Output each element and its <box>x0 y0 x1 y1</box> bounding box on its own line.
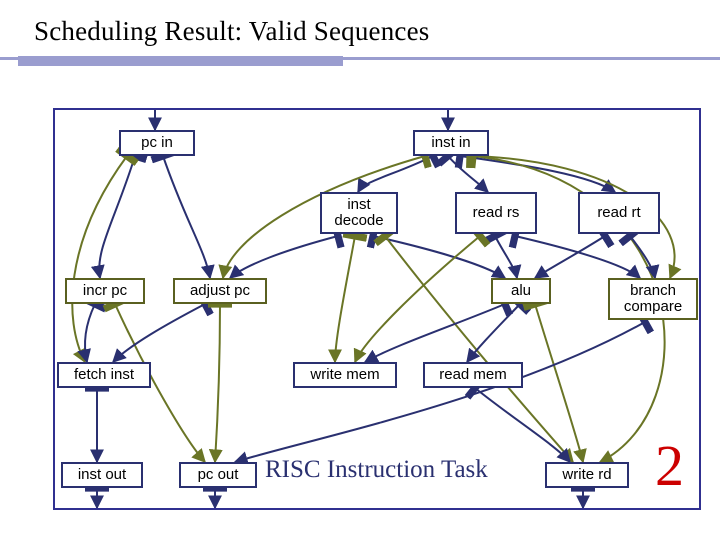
task-graph-diagram: pc in inst in inst decode read rs read r… <box>53 108 701 510</box>
node-adjust-pc: adjust pc <box>173 278 267 304</box>
node-read-rt: read rt <box>578 192 660 234</box>
diagram-caption: RISC Instruction Task <box>265 456 488 484</box>
node-read-mem: read mem <box>423 362 523 388</box>
slide-title: Scheduling Result: Valid Sequences <box>34 16 430 47</box>
title-underline-accent <box>18 56 343 66</box>
node-branch-compare-l1: branch <box>630 283 676 299</box>
slide: Scheduling Result: Valid Sequences <box>0 0 720 540</box>
node-pc-in: pc in <box>119 130 195 156</box>
node-inst-decode-l2: decode <box>334 213 383 229</box>
edge-layer <box>55 110 699 508</box>
node-branch-compare: branch compare <box>608 278 698 320</box>
node-incr-pc: incr pc <box>65 278 145 304</box>
node-write-rd: write rd <box>545 462 629 488</box>
node-read-rs: read rs <box>455 192 537 234</box>
node-branch-compare-l2: compare <box>624 299 682 315</box>
node-inst-in: inst in <box>413 130 489 156</box>
node-write-mem: write mem <box>293 362 397 388</box>
node-inst-decode: inst decode <box>320 192 398 234</box>
sequence-counter: 2 <box>655 432 684 499</box>
node-alu: alu <box>491 278 551 304</box>
node-pc-out: pc out <box>179 462 257 488</box>
node-inst-decode-l1: inst <box>347 197 370 213</box>
node-fetch-inst: fetch inst <box>57 362 151 388</box>
node-inst-out: inst out <box>61 462 143 488</box>
